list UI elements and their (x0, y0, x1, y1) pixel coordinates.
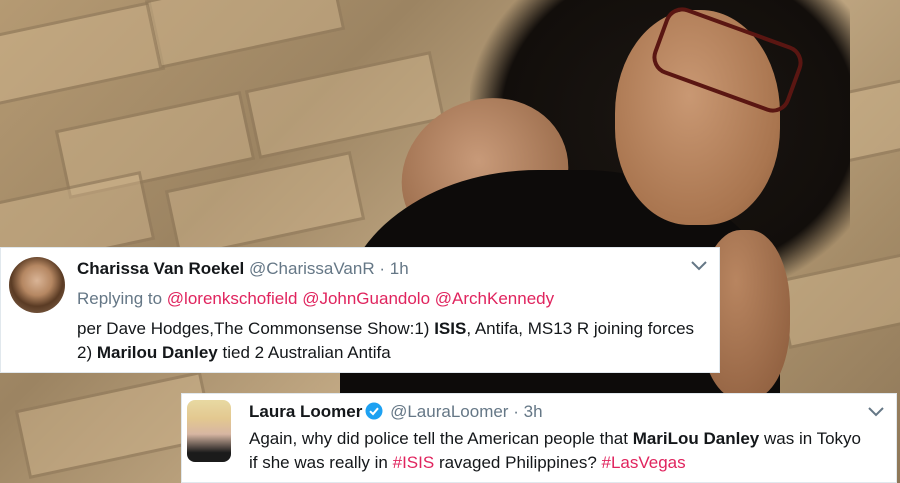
text-span: per Dave Hodges,The Commonsense Show:1) (77, 319, 435, 338)
display-name[interactable]: Laura Loomer (249, 402, 362, 421)
text-span: if she was really in (249, 453, 393, 472)
wall-brick (144, 0, 346, 69)
avatar[interactable] (9, 257, 65, 313)
bold-span: Marilou Danley (96, 343, 218, 362)
replying-prefix: Replying to (77, 289, 163, 308)
hashtag-link[interactable]: #ISIS (393, 453, 435, 472)
text-span: ravaged Philippines? (434, 453, 602, 472)
handle[interactable]: @CharissaVanR (249, 259, 375, 278)
wall-brick (0, 1, 166, 109)
mention-link[interactable]: @lorenkschofield (167, 289, 298, 308)
tweet-card[interactable]: Charissa Van Roekel @CharissaVanR · 1h R… (0, 247, 720, 373)
verified-badge-icon (365, 402, 383, 425)
text-span: was in Tokyo (759, 429, 862, 448)
timestamp[interactable]: 1h (390, 259, 409, 278)
tweet-text-line: 2) Marilou Danley tied 2 Australian Anti… (77, 341, 694, 365)
tweet-card[interactable]: Laura Loomer @LauraLoomer · 3h Again, wh… (181, 393, 897, 483)
text-span: , Antifa, MS13 R joining forces (466, 319, 695, 338)
mention-link[interactable]: @ArchKennedy (435, 289, 554, 308)
tweet-text: per Dave Hodges,The Commonsense Show:1) … (77, 317, 694, 365)
separator: · (379, 259, 386, 278)
tweet-text-line: if she was really in #ISIS ravaged Phili… (249, 451, 861, 475)
display-name[interactable]: Charissa Van Roekel (77, 259, 244, 278)
chevron-down-icon[interactable] (691, 258, 707, 276)
mention-link[interactable]: @JohnGuandolo (302, 289, 430, 308)
tweet-text: Again, why did police tell the American … (249, 427, 861, 475)
hashtag-link[interactable]: #LasVegas (602, 453, 686, 472)
tweet-text-line: per Dave Hodges,The Commonsense Show:1) … (77, 317, 694, 341)
timestamp[interactable]: 3h (524, 402, 543, 421)
text-span: tied 2 Australian Antifa (217, 343, 391, 362)
chevron-down-icon[interactable] (868, 404, 884, 422)
tweet-text-line: Again, why did police tell the American … (249, 427, 861, 451)
bold-span: ISIS (434, 319, 467, 338)
text-span: Again, why did police tell the American … (249, 429, 633, 448)
avatar[interactable] (187, 400, 231, 462)
replying-to-line: Replying to @lorenkschofield @JohnGuando… (77, 289, 554, 309)
separator: · (513, 402, 519, 421)
handle[interactable]: @LauraLoomer (390, 402, 508, 421)
tweet-header: Charissa Van Roekel @CharissaVanR · 1h (77, 259, 409, 279)
bold-span: MariLou Danley (632, 429, 760, 448)
text-span: 2) (77, 343, 97, 362)
tweet-header: Laura Loomer @LauraLoomer · 3h (249, 402, 543, 425)
